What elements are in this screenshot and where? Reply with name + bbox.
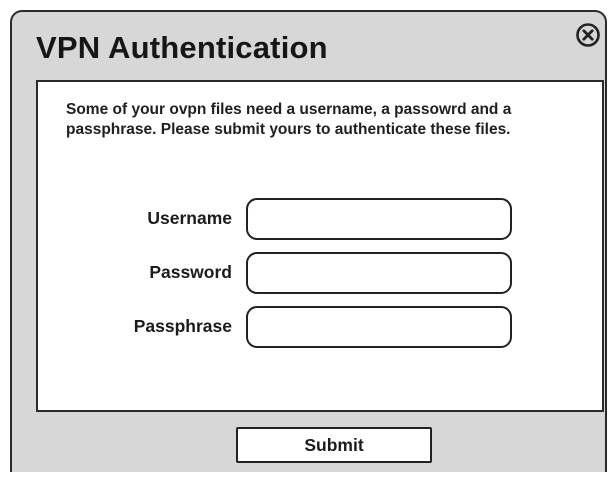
submit-button[interactable]: Submit [236,427,432,463]
username-field[interactable] [246,198,512,240]
username-label: Username [147,208,232,228]
instruction-message: Some of your ovpn files need a username,… [66,101,512,138]
content-panel: Some of your ovpn files need a username,… [36,80,604,412]
close-icon[interactable] [575,22,601,48]
passphrase-label: Passphrase [133,316,232,336]
password-label: Password [149,262,232,282]
dialog-title: VPN Authentication [36,30,328,65]
passphrase-field[interactable] [246,306,512,348]
vpn-auth-dialog: VPN Authentication Some of your ovpn fil… [10,10,607,472]
password-field[interactable] [246,252,512,294]
